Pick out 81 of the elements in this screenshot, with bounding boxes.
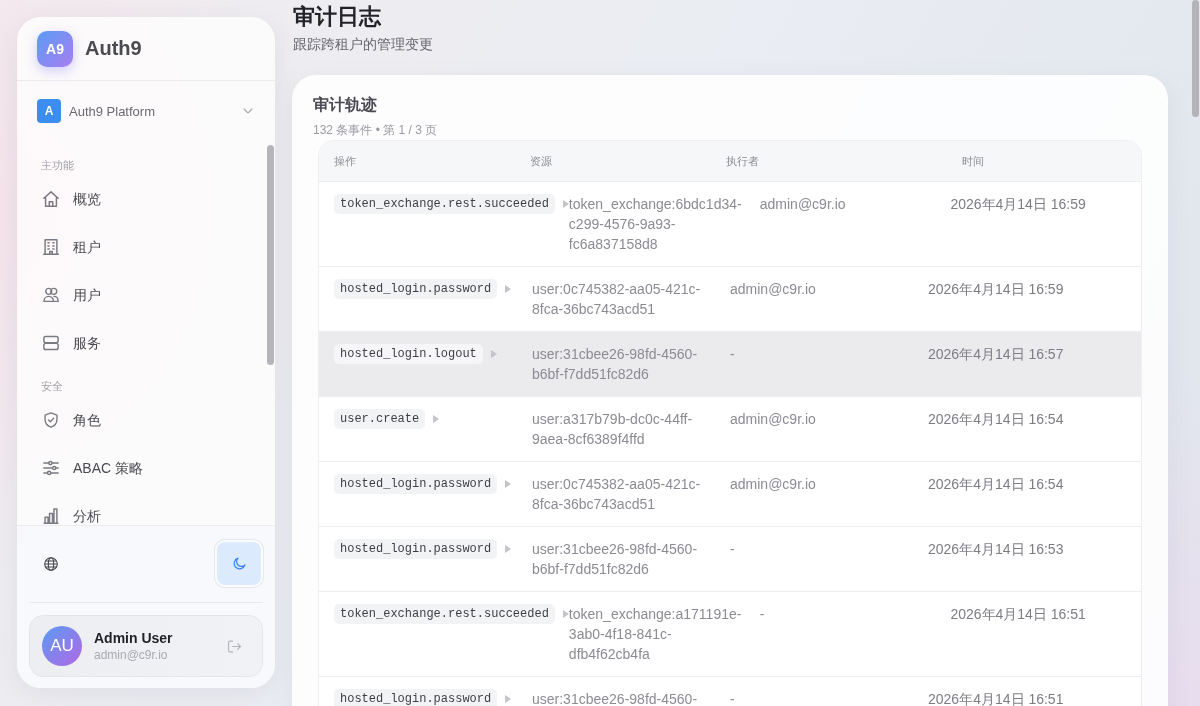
user-avatar: AU	[42, 626, 82, 666]
globe-icon[interactable]	[44, 556, 58, 571]
nav-item[interactable]: 用户	[37, 275, 255, 315]
action-code: token_exchange.rest.succeeded	[334, 604, 555, 624]
resource-cell-text: user:31cbee26-98fd-4560-b6bf-f7dd51fc82d6	[532, 345, 699, 384]
page-subtitle: 跟踪跨租户的管理变更	[293, 35, 434, 54]
nav-item[interactable]: ABAC 策略	[37, 448, 255, 488]
actor-cell-text: -	[730, 690, 736, 706]
users-icon	[43, 287, 59, 303]
bar-chart-icon	[43, 508, 59, 524]
caret-right-icon[interactable]	[562, 200, 569, 208]
time-cell-text: 2026年4月14日 16:51	[928, 690, 1065, 706]
caret-right-icon[interactable]	[505, 545, 512, 553]
nav-item[interactable]: 租户	[37, 227, 255, 267]
moon-icon	[232, 557, 246, 570]
tenant-selector[interactable]: A Auth9 Platform	[37, 99, 255, 123]
action-code: hosted_login.password	[334, 689, 498, 706]
actor-cell-text: -	[730, 345, 736, 364]
nav-item[interactable]: 角色	[37, 400, 255, 440]
logout-icon[interactable]	[227, 639, 242, 653]
column-header: 资源	[530, 153, 553, 169]
action-code: token_exchange.rest.succeeded	[334, 194, 555, 214]
action-code: hosted_login.logout	[334, 344, 483, 364]
chevron-down-icon	[243, 108, 253, 114]
card-title: 审计轨迹	[313, 95, 378, 115]
caret-right-icon[interactable]	[562, 610, 569, 618]
app-name: Auth9	[85, 37, 142, 60]
column-header: 执行者	[726, 153, 760, 169]
user-name: Admin User	[94, 629, 173, 647]
action-code: user.create	[334, 409, 426, 429]
resource-cell-text: user:31cbee26-98fd-4560-	[532, 690, 699, 706]
caret-right-icon[interactable]	[505, 285, 512, 293]
actor-cell-text: -	[759, 605, 766, 624]
user-card[interactable]: AU Admin User admin@c9r.io	[29, 615, 263, 677]
resource-cell-text: user:a317b79b-dc0c-44ff-9aea-8cf6389f4ffd	[532, 410, 694, 449]
user-email: admin@c9r.io	[94, 647, 169, 663]
time-cell-text: 2026年4月14日 16:54	[928, 475, 1065, 494]
resource-cell-text: token_exchange:6bdc1d34-c299-4576-9a93-fc6a837158d8	[568, 195, 743, 254]
actor-cell-text: admin@c9r.io	[759, 195, 847, 214]
logo-mark: A9	[37, 30, 73, 67]
action-code: hosted_login.password	[334, 279, 498, 299]
tenant-initial: A	[37, 99, 61, 123]
time-cell-text: 2026年4月14日 16:59	[950, 195, 1087, 214]
time-cell-text: 2026年4月14日 16:54	[928, 410, 1065, 429]
page-title: 审计日志	[293, 3, 382, 31]
actor-cell-text: admin@c9r.io	[730, 475, 817, 494]
column-header: 时间	[962, 153, 984, 169]
actor-cell-text: -	[730, 540, 736, 559]
table-row[interactable]: hosted_login.password user:31cbee26-98fd-4560- - 2026年4月14日 16:51	[319, 676, 1141, 706]
resource-cell-text: user:31cbee26-98fd-4560-b6bf-f7dd51fc82d6	[532, 540, 699, 579]
home-icon	[43, 191, 59, 207]
caret-right-icon[interactable]	[490, 350, 497, 358]
section-label: 主功能	[40, 158, 75, 173]
building-icon	[43, 239, 59, 255]
caret-right-icon[interactable]	[505, 695, 512, 703]
time-cell-text: 2026年4月14日 16:59	[928, 280, 1065, 299]
shield-check-icon	[43, 412, 59, 428]
resource-cell-text: user:0c745382-aa05-421c-8fca-36bc743acd51	[532, 280, 702, 319]
nav-item[interactable]: 服务	[37, 323, 255, 363]
caret-right-icon[interactable]	[505, 480, 512, 488]
action-code: hosted_login.password	[334, 474, 498, 494]
theme-toggle-button[interactable]	[215, 540, 263, 587]
resource-cell-text: user:0c745382-aa05-421c-8fca-36bc743acd51	[532, 475, 702, 514]
nav-item[interactable]: 分析	[37, 496, 255, 525]
sliders-icon	[43, 460, 59, 476]
actor-cell-text: admin@c9r.io	[730, 410, 817, 429]
time-cell-text: 2026年4月14日 16:51	[950, 605, 1087, 624]
column-header: 操作	[334, 153, 357, 169]
caret-right-icon[interactable]	[433, 415, 440, 423]
resource-cell-text: token_exchange:a171191e-3ab0-4f18-841c-dfb4f62cb4fa	[568, 605, 743, 664]
action-code: hosted_login.password	[334, 539, 498, 559]
actor-cell-text: admin@c9r.io	[730, 280, 817, 299]
section-label: 安全	[40, 379, 64, 394]
table-row[interactable]: hosted_login.logout user:31cbee26-98fd-4560-b6bf-f7dd51fc82d6 - 2026年4月14日 16:57	[319, 331, 1141, 396]
nav-item[interactable]: 概览	[37, 179, 255, 219]
event-count: 132 条事件 • 第 1 / 3 页	[313, 122, 439, 139]
server-icon	[43, 335, 59, 351]
scrollbar-thumb[interactable]	[267, 145, 274, 365]
time-cell-text: 2026年4月14日 16:53	[928, 540, 1065, 559]
time-cell-text: 2026年4月14日 16:57	[928, 345, 1065, 364]
scrollbar-thumb[interactable]	[1192, 0, 1199, 117]
